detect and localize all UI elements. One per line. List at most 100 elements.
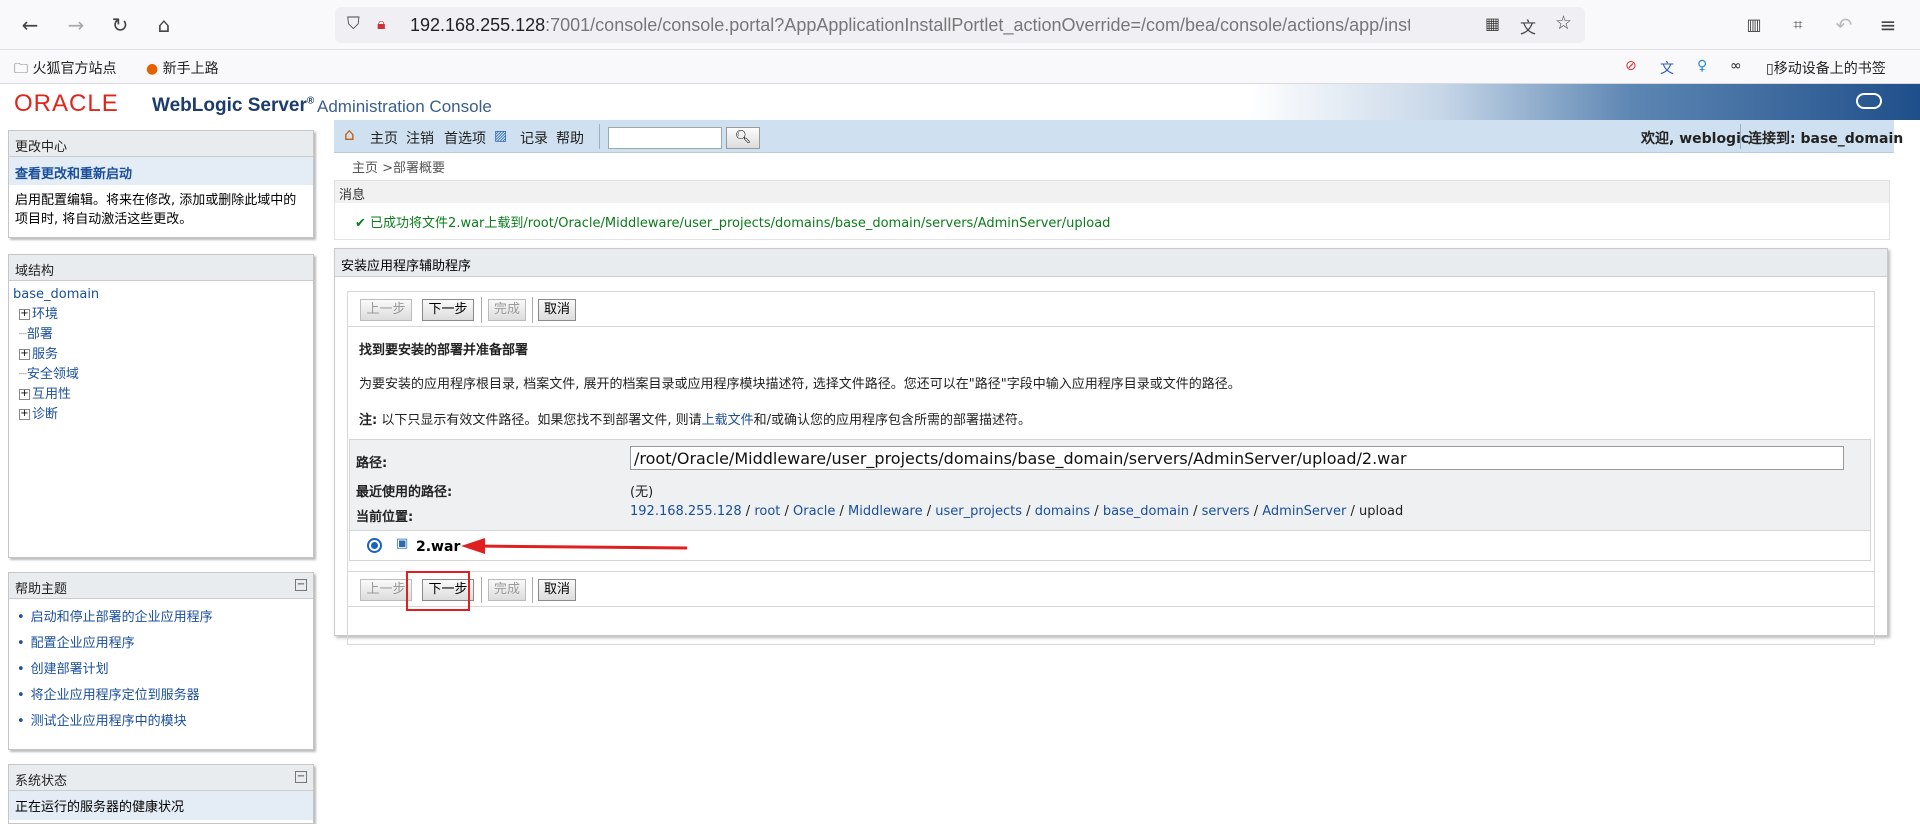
help-topic-link[interactable]: 创建部署计划 — [31, 662, 109, 677]
upload-file-link[interactable]: 上载文件 — [702, 413, 754, 428]
button-separator — [532, 297, 533, 323]
crop-icon[interactable]: ⌗ — [1784, 12, 1812, 38]
next-button[interactable]: 下一步 — [422, 299, 474, 321]
folder-icon: 🗀︎ — [14, 61, 28, 77]
tree-item-label[interactable]: 互用性 — [32, 387, 71, 402]
note-text-b: 和/或确认您的应用程序包含所需的部署描述符。 — [753, 413, 1032, 428]
help-topic-item[interactable]: 创建部署计划 — [17, 657, 305, 683]
blocker-icon[interactable]: ⊘ — [1625, 58, 1637, 74]
finish-button[interactable]: 完成 — [488, 579, 526, 601]
search-icon: 🔍︎ — [734, 130, 752, 145]
location-link[interactable]: base_domain — [1103, 504, 1189, 519]
cancel-button[interactable]: 取消 — [538, 299, 576, 321]
back-icon[interactable]: ← — [16, 12, 44, 38]
undo-icon[interactable]: ↶ — [1830, 12, 1858, 38]
help-topic-link[interactable]: 配置企业应用程序 — [31, 636, 135, 651]
welcome-text: 欢迎, weblogic — [1641, 131, 1750, 147]
chart-icon[interactable]: ▨ — [494, 128, 507, 144]
help-topic-item[interactable]: 配置企业应用程序 — [17, 631, 305, 657]
file-row[interactable]: ▣ 2.war — [349, 531, 1871, 561]
tree-item-deployments[interactable]: ┈部署 — [13, 325, 309, 345]
expand-icon[interactable]: + — [19, 389, 30, 400]
help-topic-link[interactable]: 启动和停止部署的企业应用程序 — [31, 610, 213, 625]
tree-item-label[interactable]: 环境 — [32, 307, 58, 322]
view-changes-link[interactable]: 查看更改和重新启动 — [15, 167, 132, 182]
help-link[interactable]: 帮助 — [556, 128, 584, 148]
wizard-buttons-top: 上一步 下一步 完成 取消 — [347, 291, 1875, 327]
help-topic-item[interactable]: 将企业应用程序定位到服务器 — [17, 683, 305, 709]
tree-item-security-realms[interactable]: ┈安全领域 — [13, 365, 309, 385]
wizard-note: 注: 以下只显示有效文件路径。如果您找不到部署文件, 则请上载文件和/或确认您的… — [359, 409, 1031, 428]
tree-item-interoperability[interactable]: + 互用性 — [13, 385, 309, 405]
sidebar-icon[interactable]: ▥ — [1740, 12, 1768, 38]
registered-mark: ® — [306, 95, 315, 107]
cancel-button[interactable]: 取消 — [538, 579, 576, 601]
tree-item-label[interactable]: 服务 — [32, 347, 58, 362]
location-link[interactable]: domains — [1035, 504, 1090, 519]
menu-icon[interactable]: ≡ — [1874, 12, 1902, 38]
path-input[interactable]: /root/Oracle/Middleware/user_projects/do… — [630, 446, 1844, 470]
translate-icon[interactable]: 文 — [1520, 14, 1536, 38]
tree-item-diagnostics[interactable]: + 诊断 — [13, 405, 309, 425]
back-button[interactable]: 上一步 — [360, 299, 412, 321]
translate-ext-icon[interactable]: 文 — [1660, 58, 1674, 78]
tree-item-label[interactable]: 部署 — [27, 327, 53, 342]
reload-icon[interactable]: ↻ — [106, 12, 134, 38]
logout-link[interactable]: 注销 — [406, 128, 434, 148]
back-button[interactable]: 上一步 — [360, 579, 412, 601]
change-center-panel: 更改中心 查看更改和重新启动 启用配置编辑。将来在修改, 添加或删除此域中的项目… — [8, 130, 314, 238]
help-topic-item[interactable]: 启动和停止部署的企业应用程序 — [17, 605, 305, 631]
address-bar[interactable]: ⛉ 🔒︎ 192.168.255.128:7001/console/consol… — [335, 7, 1585, 43]
domain-structure-panel: 域结构 base_domain + 环境 ┈部署 + 服务 ┈安全领域 + 互用性 +… — [8, 254, 314, 558]
breadcrumb[interactable]: 主页 >部署概要 — [352, 157, 445, 176]
file-radio[interactable] — [367, 538, 382, 553]
search-input[interactable] — [608, 127, 722, 149]
location-link[interactable]: 192.168.255.128 — [630, 504, 742, 519]
tree-item-label[interactable]: 安全领域 — [27, 367, 79, 382]
browser-toolbar: ← → ↻ ⌂ ⛉ 🔒︎ 192.168.255.128:7001/consol… — [0, 0, 1920, 50]
tree-root[interactable]: base_domain — [13, 287, 99, 302]
tree-item-services[interactable]: + 服务 — [13, 345, 309, 365]
forward-icon[interactable]: → — [62, 12, 90, 38]
bookmark-getting-started[interactable]: ● 新手上路 — [146, 58, 219, 78]
url-text[interactable]: 192.168.255.128:7001/console/console.por… — [410, 15, 1410, 36]
location-link[interactable]: servers — [1202, 504, 1250, 519]
help-topic-link[interactable]: 将企业应用程序定位到服务器 — [31, 688, 200, 703]
expand-icon[interactable]: + — [19, 309, 30, 320]
messages-title: 消息 — [335, 181, 1889, 203]
collapse-icon[interactable]: − — [295, 579, 307, 591]
help-topics-list: 启动和停止部署的企业应用程序 配置企业应用程序 创建部署计划 将企业应用程序定位… — [9, 599, 313, 741]
mobile-bookmarks[interactable]: ▯移动设备上的书签 — [1766, 58, 1886, 78]
infinity-icon[interactable]: ∞ — [1730, 58, 1742, 74]
star-icon[interactable]: ☆ — [1555, 12, 1572, 34]
expand-icon[interactable]: + — [19, 409, 30, 420]
preferences-link[interactable]: 首选项 — [444, 128, 486, 148]
location-link[interactable]: Oracle — [793, 504, 835, 519]
finish-button[interactable]: 完成 — [488, 299, 526, 321]
pin-icon[interactable]: ♀ — [1697, 58, 1707, 74]
location-link[interactable]: AdminServer — [1262, 504, 1346, 519]
help-topic-item[interactable]: 测试企业应用程序中的模块 — [17, 709, 305, 735]
highlight-box — [406, 571, 470, 611]
help-topic-link[interactable]: 测试企业应用程序中的模块 — [31, 714, 187, 729]
expand-icon[interactable]: + — [19, 349, 30, 360]
toolbar-separator — [599, 124, 600, 149]
install-wizard-panel: 安装应用程序辅助程序 上一步 下一步 完成 取消 找到要安装的部署并准备部署 为… — [334, 248, 1888, 645]
location-link[interactable]: root — [754, 504, 780, 519]
search-button[interactable]: 🔍︎ — [726, 127, 760, 149]
url-host: 192.168.255.128 — [410, 15, 546, 35]
tree-item-environment[interactable]: + 环境 — [13, 305, 309, 325]
home-link[interactable]: 主页 — [370, 128, 398, 148]
record-link[interactable]: 记录 — [520, 128, 548, 148]
tree-item-label[interactable]: 诊断 — [32, 407, 58, 422]
path-label: 路径: — [356, 456, 388, 471]
qr-icon[interactable]: ▦ — [1485, 14, 1500, 33]
location-link[interactable]: user_projects — [935, 504, 1022, 519]
bookmark-firefox-site[interactable]: 🗀︎ 火狐官方站点 — [14, 58, 116, 82]
home-icon[interactable]: ⌂ — [344, 125, 355, 145]
home-icon[interactable]: ⌂ — [150, 12, 178, 38]
wizard-title: 安装应用程序辅助程序 — [335, 249, 1887, 277]
collapse-icon[interactable]: − — [295, 771, 307, 783]
mobile-icon: ▯ — [1766, 61, 1774, 77]
location-link[interactable]: Middleware — [848, 504, 923, 519]
